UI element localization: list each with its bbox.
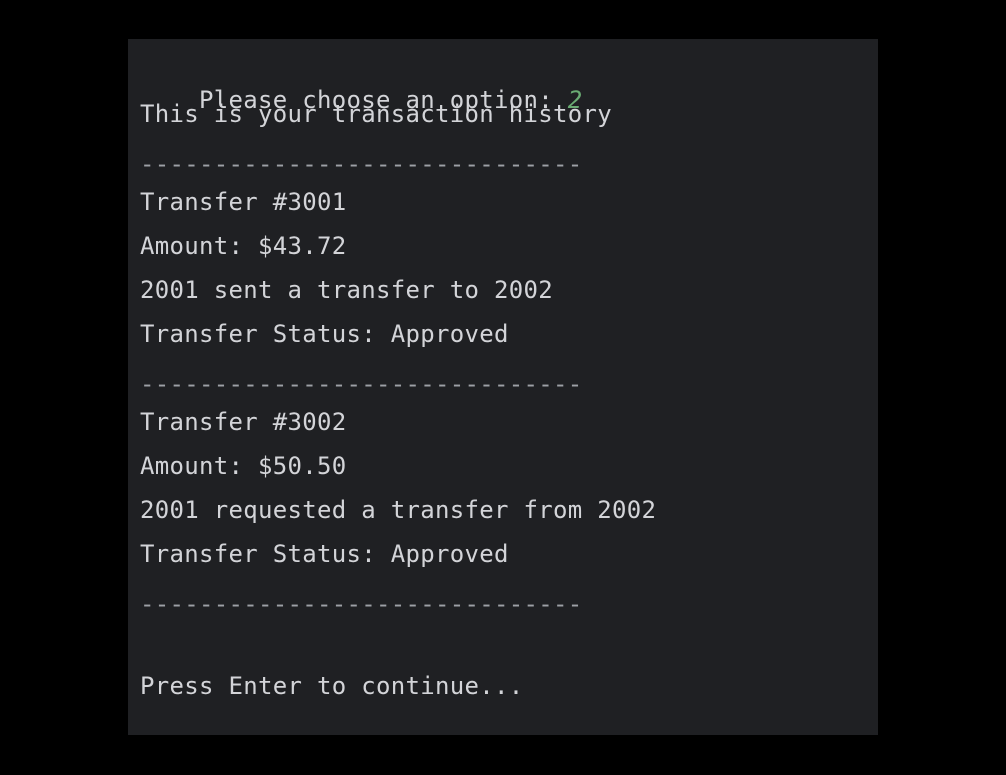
transfer-description: 2001 requested a transfer from 2002 xyxy=(140,496,657,524)
transfer-description: 2001 sent a transfer to 2002 xyxy=(140,276,553,304)
continue-prompt: Press Enter to continue... xyxy=(140,672,524,700)
transfer-id: Transfer #3002 xyxy=(140,408,347,436)
transfer-id: Transfer #3001 xyxy=(140,188,347,216)
transfer-status: Transfer Status: Approved xyxy=(140,320,509,348)
separator: ------------------------------ xyxy=(140,590,583,618)
transfer-status: Transfer Status: Approved xyxy=(140,540,509,568)
history-heading: This is your transaction history xyxy=(140,100,612,128)
separator: ------------------------------ xyxy=(140,150,583,178)
transfer-amount: Amount: $43.72 xyxy=(140,232,347,260)
transfer-amount: Amount: $50.50 xyxy=(140,452,347,480)
console-output[interactable]: Please choose an option: 2 This is your … xyxy=(128,39,878,735)
separator: ------------------------------ xyxy=(140,370,583,398)
